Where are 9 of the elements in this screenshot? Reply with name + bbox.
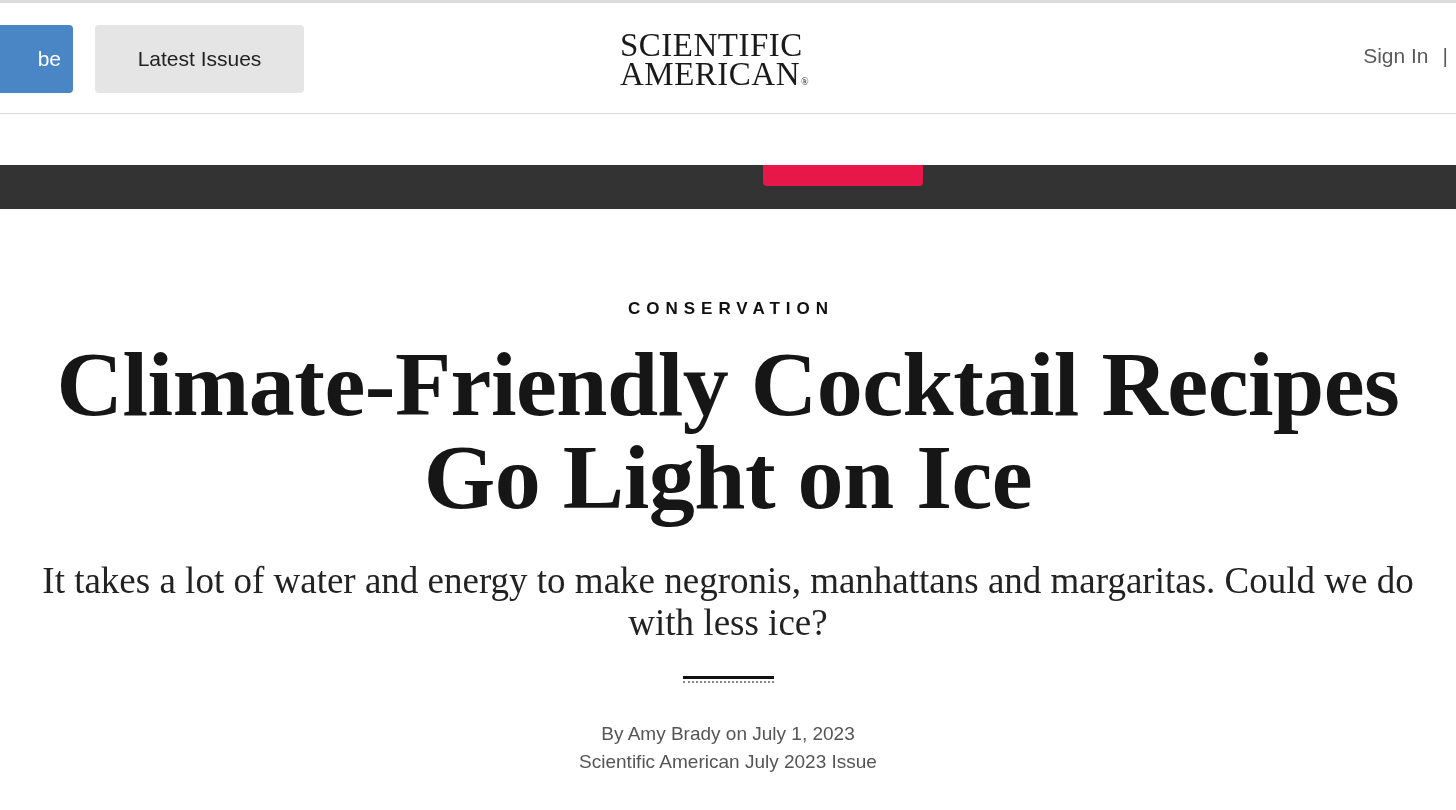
issues-button[interactable]: Latest Issues (95, 25, 304, 93)
byline: By Amy Brady on July 1, 2023 (601, 722, 855, 746)
separator: | (1442, 44, 1448, 68)
issue-label: Scientific American July 2023 Issue (579, 750, 877, 774)
site-logo[interactable]: SCIENTIFIC AMERICAN® (620, 31, 809, 96)
sign-in-link[interactable]: Sign In (1363, 44, 1429, 68)
subscribe-button[interactable]: be (0, 25, 73, 93)
category-label: CONSERVATION (627, 299, 835, 319)
article-subtitle: It takes a lot of water and energy to make negronis, manhattans and margaritas. Could we do with less ice? (41, 560, 1415, 644)
